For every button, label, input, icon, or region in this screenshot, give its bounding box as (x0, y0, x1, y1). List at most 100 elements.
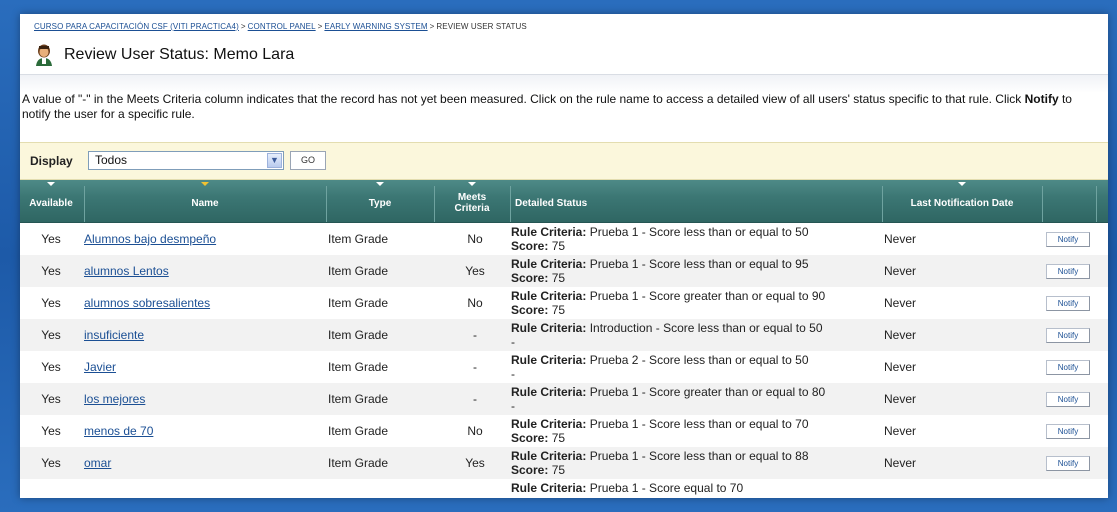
notify-button[interactable]: Notify (1046, 392, 1090, 407)
detailed-status-cell: Rule Criteria: Prueba 1 - Score less tha… (511, 225, 809, 253)
available-cell: Yes (41, 360, 61, 374)
notify-button[interactable]: Notify (1046, 264, 1090, 279)
action-cell: Notify (1046, 351, 1092, 383)
rule-name-link[interactable]: alumnos Lentos (84, 264, 169, 278)
meets-criteria-cell: No (467, 232, 483, 246)
available-cell: Yes (41, 264, 61, 278)
sort-arrow-icon[interactable] (958, 182, 966, 186)
sort-arrow-icon[interactable] (201, 182, 209, 186)
rule-name-link[interactable]: omar (84, 456, 111, 470)
meets-criteria-cell (440, 479, 510, 498)
table-row: Yes insuficiente Item Grade - Rule Criteria:… (20, 319, 1108, 351)
sort-arrow-icon[interactable] (468, 182, 476, 186)
rule-name-link[interactable]: los mejores (84, 392, 145, 406)
type-cell: Item Grade (328, 232, 389, 246)
name-cell: Alumnos bajo desmpeño (84, 223, 324, 255)
name-cell: menos de 70 (84, 415, 324, 447)
breadcrumb-control-panel[interactable]: CONTROL PANEL (248, 22, 316, 31)
name-cell: Javier (84, 351, 324, 383)
meets-criteria-cell: Yes (465, 264, 485, 278)
table-row: Yes omar Item Grade Yes Rule Criteria: Prueb… (20, 447, 1108, 479)
user-icon (34, 44, 54, 66)
available-cell (20, 479, 82, 498)
header-divider (1042, 186, 1043, 222)
table-row: Yes Alumnos bajo desmpeño Item Grade No Rule… (20, 223, 1108, 255)
header-last-notification-date[interactable]: Last Notification Date (882, 180, 1042, 222)
rule-name-link[interactable]: alumnos sobresalientes (84, 296, 210, 310)
notify-button[interactable]: Notify (1046, 456, 1090, 471)
notify-button[interactable]: Notify (1046, 424, 1090, 439)
header-meets-criteria[interactable]: Meets Criteria (434, 180, 510, 222)
last-notification-cell: Never (884, 232, 917, 246)
meets-criteria-cell: No (467, 424, 483, 438)
name-cell (84, 479, 324, 498)
meets-criteria-cell: - (473, 328, 477, 342)
name-cell: omar (84, 447, 324, 479)
table-body: Yes Alumnos bajo desmpeño Item Grade No Rule… (20, 223, 1108, 498)
type-cell (328, 479, 448, 498)
action-cell: Notify (1046, 319, 1092, 351)
last-notification-cell: Never (884, 328, 917, 342)
action-cell (1046, 479, 1092, 498)
chevron-down-icon[interactable]: ▼ (267, 153, 282, 168)
breadcrumb: CURSO PARA CAPACITACIÓN CSF (VITI PRACTI… (34, 22, 527, 31)
detailed-status-cell: Rule Criteria: Prueba 2 - Score less tha… (511, 353, 809, 381)
type-cell: Item Grade (328, 456, 389, 470)
name-cell: alumnos sobresalientes (84, 287, 324, 319)
rule-name-link[interactable]: Alumnos bajo desmpeño (84, 232, 216, 246)
notify-button[interactable]: Notify (1046, 232, 1090, 247)
last-notification-cell (884, 479, 1004, 498)
action-cell: Notify (1046, 415, 1092, 447)
last-notification-cell: Never (884, 360, 917, 374)
last-notification-cell: Never (884, 424, 917, 438)
table-row: Yes los mejores Item Grade - Rule Criteria: … (20, 383, 1108, 415)
display-select-value: Todos (95, 153, 128, 167)
page-content: CURSO PARA CAPACITACIÓN CSF (VITI PRACTI… (20, 14, 1108, 498)
meets-criteria-cell: - (473, 360, 477, 374)
breadcrumb-course[interactable]: CURSO PARA CAPACITACIÓN CSF (VITI PRACTI… (34, 22, 239, 31)
display-select[interactable]: Todos ▼ (88, 151, 284, 170)
notify-button[interactable]: Notify (1046, 360, 1090, 375)
available-cell: Yes (41, 456, 61, 470)
type-cell: Item Grade (328, 392, 389, 406)
display-filter-bar: Display Todos ▼ GO (20, 142, 1108, 180)
notify-button[interactable]: Notify (1046, 328, 1090, 343)
last-notification-cell: Never (884, 456, 917, 470)
header-name[interactable]: Name (84, 180, 326, 222)
name-cell: insuficiente (84, 319, 324, 351)
table-row: Rule Criteria: Prueba 1 - Score equal to… (20, 479, 1108, 498)
table-row: Yes alumnos Lentos Item Grade Yes Rule Crite… (20, 255, 1108, 287)
detailed-status-cell: Rule Criteria: Prueba 1 - Score less tha… (511, 417, 809, 445)
title-row: Review User Status: Memo Lara (34, 42, 294, 68)
notify-button[interactable]: Notify (1046, 296, 1090, 311)
type-cell: Item Grade (328, 360, 389, 374)
meets-criteria-cell: - (473, 392, 477, 406)
go-button[interactable]: GO (290, 151, 326, 170)
available-cell: Yes (41, 296, 61, 310)
header-available[interactable]: Available (20, 180, 82, 222)
header-divider (1096, 186, 1097, 222)
breadcrumb-separator: > (429, 22, 435, 31)
rule-name-link[interactable]: Javier (84, 360, 116, 374)
type-cell: Item Grade (328, 264, 389, 278)
detailed-status-cell: Rule Criteria: Prueba 1 - Score greater … (511, 385, 826, 413)
detailed-status-cell: Rule Criteria: Introduction - Score less… (511, 321, 823, 349)
rule-name-link[interactable]: insuficiente (84, 328, 144, 342)
table-row: Yes Javier Item Grade - Rule Criteria: Prueb… (20, 351, 1108, 383)
rule-name-link[interactable]: menos de 70 (84, 424, 153, 438)
action-cell: Notify (1046, 255, 1092, 287)
action-cell: Notify (1046, 223, 1092, 255)
sort-arrow-icon[interactable] (376, 182, 384, 186)
table-row: Yes alumnos sobresalientes Item Grade No Rul… (20, 287, 1108, 319)
breadcrumb-separator: > (240, 22, 246, 31)
table-header: Available Name Type Meets Criteria Detai… (20, 180, 1108, 223)
last-notification-cell: Never (884, 264, 917, 278)
title-divider (20, 74, 1108, 93)
sort-arrow-icon[interactable] (47, 182, 55, 186)
last-notification-cell: Never (884, 296, 917, 310)
breadcrumb-early-warning[interactable]: EARLY WARNING SYSTEM (324, 22, 427, 31)
header-type[interactable]: Type (326, 180, 434, 222)
breadcrumb-separator: > (317, 22, 323, 31)
available-cell: Yes (41, 424, 61, 438)
detailed-status-cell: Rule Criteria: Prueba 1 - Score less tha… (511, 257, 809, 285)
